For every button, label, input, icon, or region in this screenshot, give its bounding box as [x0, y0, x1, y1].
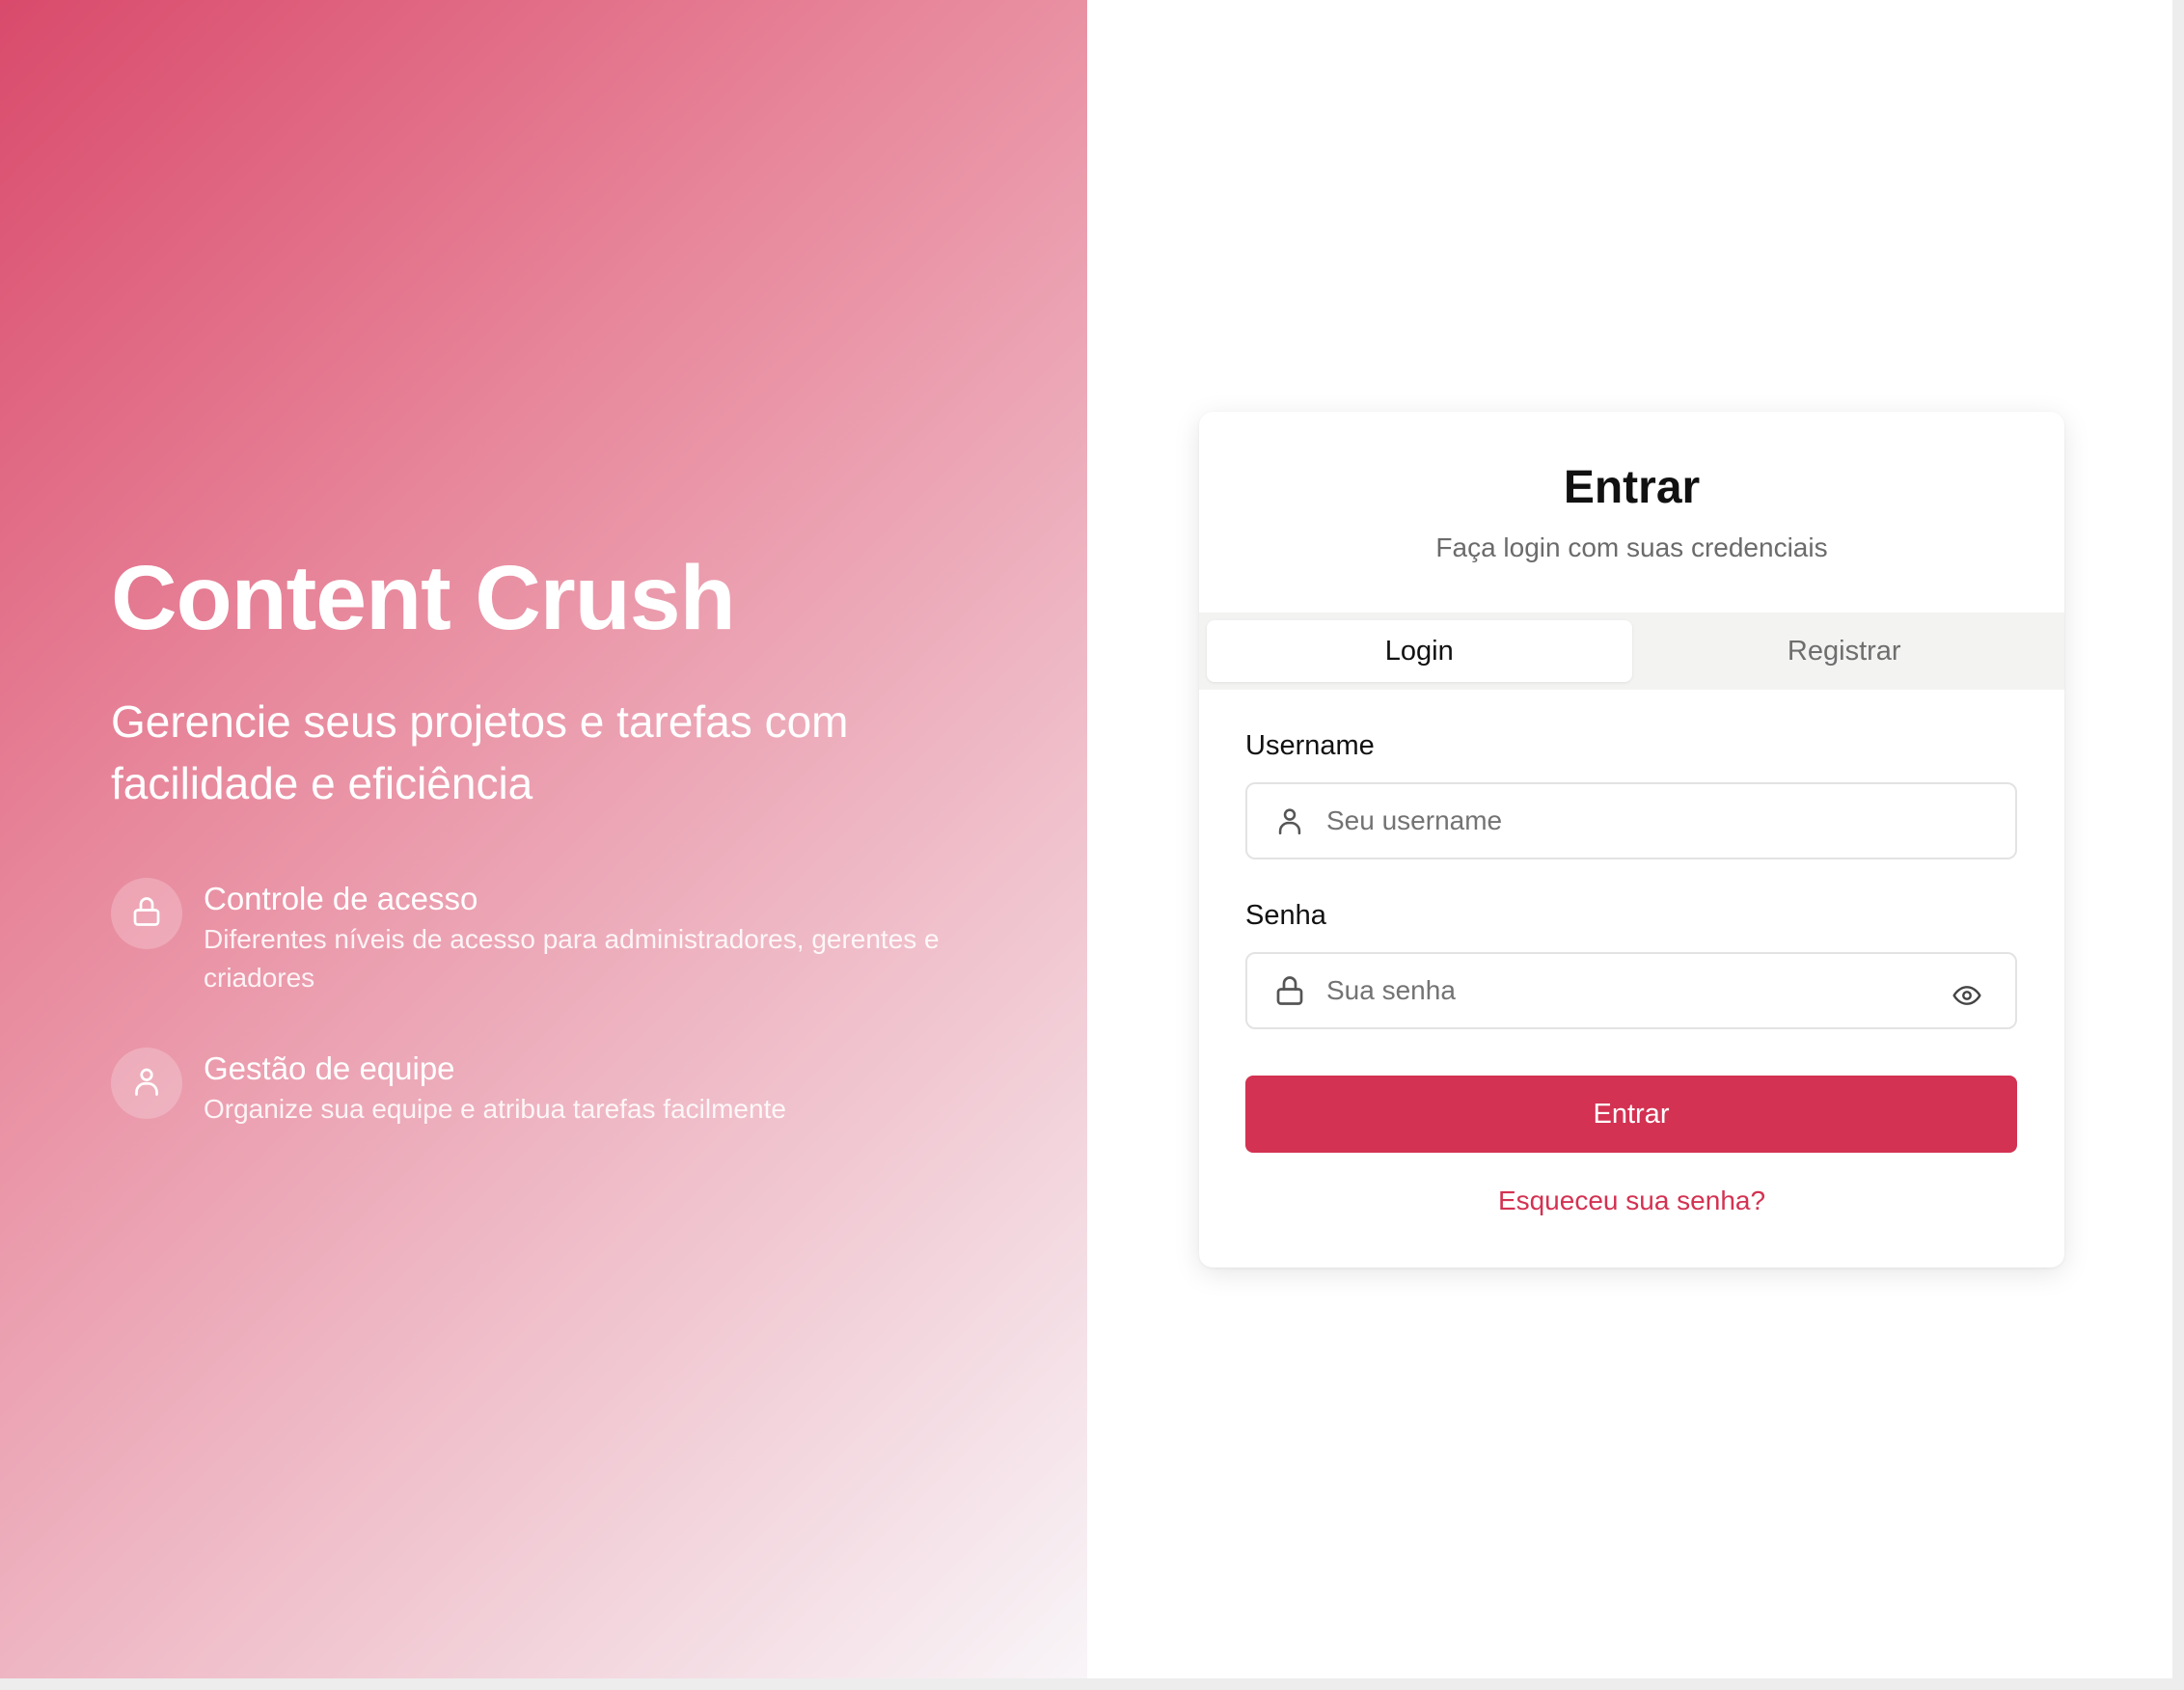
feature-badge [111, 1048, 182, 1119]
hero-panel: Content Crush Gerencie seus projetos e t… [0, 0, 1087, 1678]
card-title: Entrar [1563, 462, 1701, 513]
lock-icon [1270, 971, 1309, 1010]
hero-subtitle: Gerencie seus projetos e tarefas com fac… [111, 696, 849, 808]
username-input[interactable] [1324, 783, 2015, 859]
card-subtitle: Faça login com suas credenciais [1435, 532, 1828, 562]
password-input[interactable] [1324, 953, 1948, 1028]
brand-title: Content Crush [111, 547, 736, 649]
feature-title: Gestão de equipe [204, 1050, 455, 1086]
user-icon [129, 1064, 164, 1104]
tab-login[interactable]: Login [1207, 620, 1632, 682]
feature-description: Organize sua equipe e atribua tarefas fa… [204, 1094, 786, 1124]
username-label: Username [1245, 730, 1375, 761]
eye-icon[interactable] [1948, 976, 1986, 1015]
auth-panel: Entrar Faça login com suas credenciais L… [1087, 0, 2172, 1678]
lock-icon [129, 894, 164, 934]
feature-title: Controle de acesso [204, 881, 478, 916]
user-icon [1270, 802, 1309, 840]
username-field[interactable] [1245, 782, 2017, 859]
feature-badge [111, 878, 182, 949]
feature-description: Diferentes níveis de acesso para adminis… [204, 924, 940, 993]
feature-team-management: Gestão de equipe Organize sua equipe e a… [111, 1048, 1004, 1129]
feature-access-control: Controle de acesso Diferentes níveis de … [111, 878, 1004, 997]
tab-register[interactable]: Registrar [1632, 620, 2058, 682]
password-field[interactable] [1245, 952, 2017, 1029]
auth-tabs: Login Registrar [1199, 613, 2064, 690]
forgot-password-link[interactable]: Esqueceu sua senha? [1199, 1184, 2064, 1218]
login-submit-button[interactable]: Entrar [1245, 1076, 2017, 1153]
login-card: Entrar Faça login com suas credenciais L… [1199, 412, 2064, 1268]
app-frame: Content Crush Gerencie seus projetos e t… [0, 0, 2172, 1678]
password-label: Senha [1245, 900, 1326, 931]
